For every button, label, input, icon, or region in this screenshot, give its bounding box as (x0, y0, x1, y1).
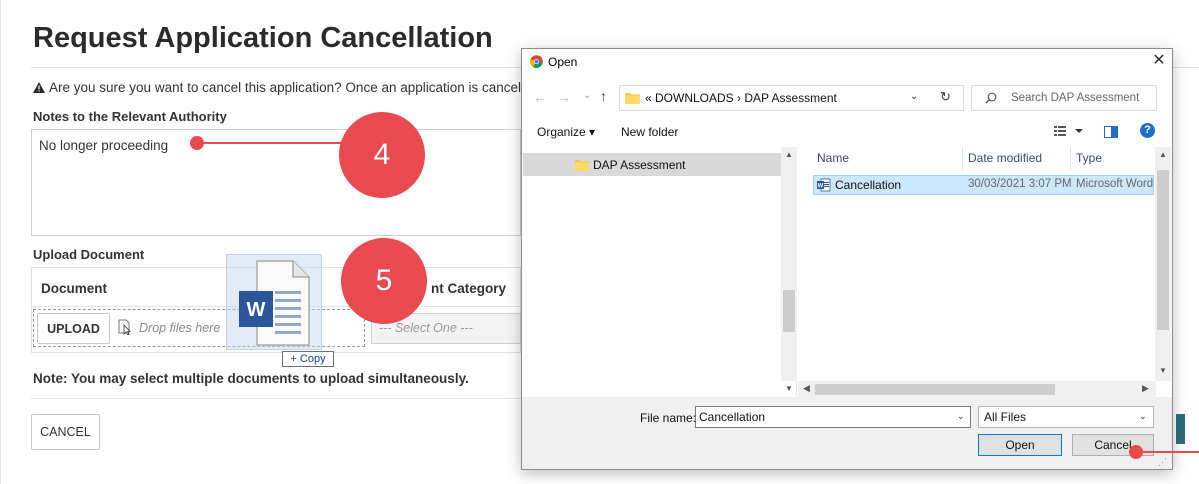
file-name-label: File name: (640, 411, 697, 425)
nav-scrollbar[interactable] (781, 147, 797, 381)
refresh-icon[interactable]: ↻ (940, 89, 951, 105)
scroll-down-icon[interactable]: ▼ (785, 384, 793, 393)
preview-pane-icon[interactable] (1104, 125, 1118, 138)
word-document-icon: W (239, 260, 310, 346)
scroll-down-icon[interactable]: ▼ (1159, 366, 1167, 375)
nav-scrollbar-thumb[interactable] (783, 290, 795, 332)
svg-text:W: W (247, 299, 266, 321)
warning-message: Are you sure you want to cancel this app… (33, 80, 521, 96)
navigation-pane (522, 147, 797, 396)
chevron-down-icon[interactable]: ⌄ (583, 90, 591, 101)
folder-icon (575, 158, 589, 171)
folder-icon (625, 91, 640, 104)
divider (31, 398, 521, 399)
column-header-category: nt Category (431, 281, 507, 296)
divider (31, 67, 531, 68)
upload-heading: Upload Document (33, 247, 145, 262)
chevron-down-icon[interactable]: ⌄ (910, 91, 918, 102)
scroll-right-icon[interactable]: ▶ (1142, 383, 1149, 394)
chevron-down-icon[interactable]: ⌄ (1139, 411, 1147, 422)
organize-menu[interactable]: Organize ▾ (537, 125, 595, 139)
callout-line (200, 142, 345, 144)
callout-dot (190, 136, 204, 150)
scroll-up-icon[interactable]: ▲ (785, 150, 793, 159)
drop-placeholder: Drop files here (139, 321, 221, 335)
warning-text: Are you sure you want to cancel this app… (49, 80, 521, 95)
notes-value: No longer proceeding (39, 138, 169, 153)
help-icon[interactable]: ? (1140, 123, 1155, 138)
search-placeholder: Search DAP Assessment (1011, 92, 1140, 104)
back-arrow-icon[interactable]: ← (533, 89, 547, 105)
nav-item-label: DAP Assessment (593, 158, 686, 172)
file-cursor-icon (118, 319, 132, 336)
column-header-document: Document (41, 281, 108, 296)
step-4-badge: 4 (339, 112, 425, 198)
scroll-left-icon[interactable]: ◀ (803, 383, 810, 394)
column-header-name[interactable]: Name (817, 151, 849, 165)
forward-arrow-icon[interactable]: → (557, 89, 571, 105)
step-5-badge: 5 (341, 238, 427, 324)
horizontal-scrollbar-thumb[interactable] (815, 384, 1055, 395)
column-header-type[interactable]: Type (1076, 151, 1102, 165)
view-options-icon[interactable] (1053, 124, 1087, 138)
close-icon[interactable]: ✕ (1148, 50, 1170, 72)
file-name-value: Cancellation (699, 410, 766, 424)
open-button[interactable]: Open (978, 434, 1062, 456)
file-date: 30/03/2021 3:07 PM (968, 178, 1072, 190)
callout-line (1139, 451, 1199, 453)
scroll-up-icon[interactable]: ▲ (1159, 150, 1167, 159)
column-separator[interactable] (962, 147, 963, 170)
new-folder-button[interactable]: New folder (621, 125, 678, 139)
chevron-down-icon[interactable]: ⌄ (957, 411, 965, 422)
svg-text:W: W (818, 184, 824, 190)
file-type-value: All Files (984, 410, 1027, 424)
column-separator[interactable] (1070, 147, 1071, 170)
up-arrow-icon[interactable]: ↑ (600, 88, 607, 104)
notes-heading: Notes to the Relevant Authority (33, 109, 227, 124)
resize-grip-icon[interactable]: ⋰ (1158, 457, 1167, 468)
callout-dot (1129, 445, 1143, 459)
warning-icon (33, 81, 46, 96)
confirm-button-edge[interactable] (1176, 414, 1185, 444)
file-type: Microsoft Word (1076, 178, 1154, 190)
address-path: « DOWNLOADS › DAP Assessment (645, 91, 837, 105)
cancel-button[interactable]: CANCEL (31, 414, 100, 450)
select-placeholder: --- Select One --- (379, 321, 473, 335)
word-file-icon: W (817, 178, 831, 192)
column-header-date-modified[interactable]: Date modified (968, 151, 1042, 165)
drag-copy-label: + Copy (282, 351, 334, 367)
page-title: Request Application Cancellation (33, 22, 493, 54)
upload-note: Note: You may select multiple documents … (33, 371, 469, 386)
drag-ghost: W (226, 254, 322, 350)
upload-button[interactable]: UPLOAD (37, 313, 110, 344)
chrome-icon (529, 55, 543, 68)
search-icon (985, 91, 997, 104)
file-list-scrollbar-thumb[interactable] (1157, 170, 1169, 330)
dialog-title: Open (548, 55, 578, 69)
file-name: Cancellation (835, 178, 902, 192)
